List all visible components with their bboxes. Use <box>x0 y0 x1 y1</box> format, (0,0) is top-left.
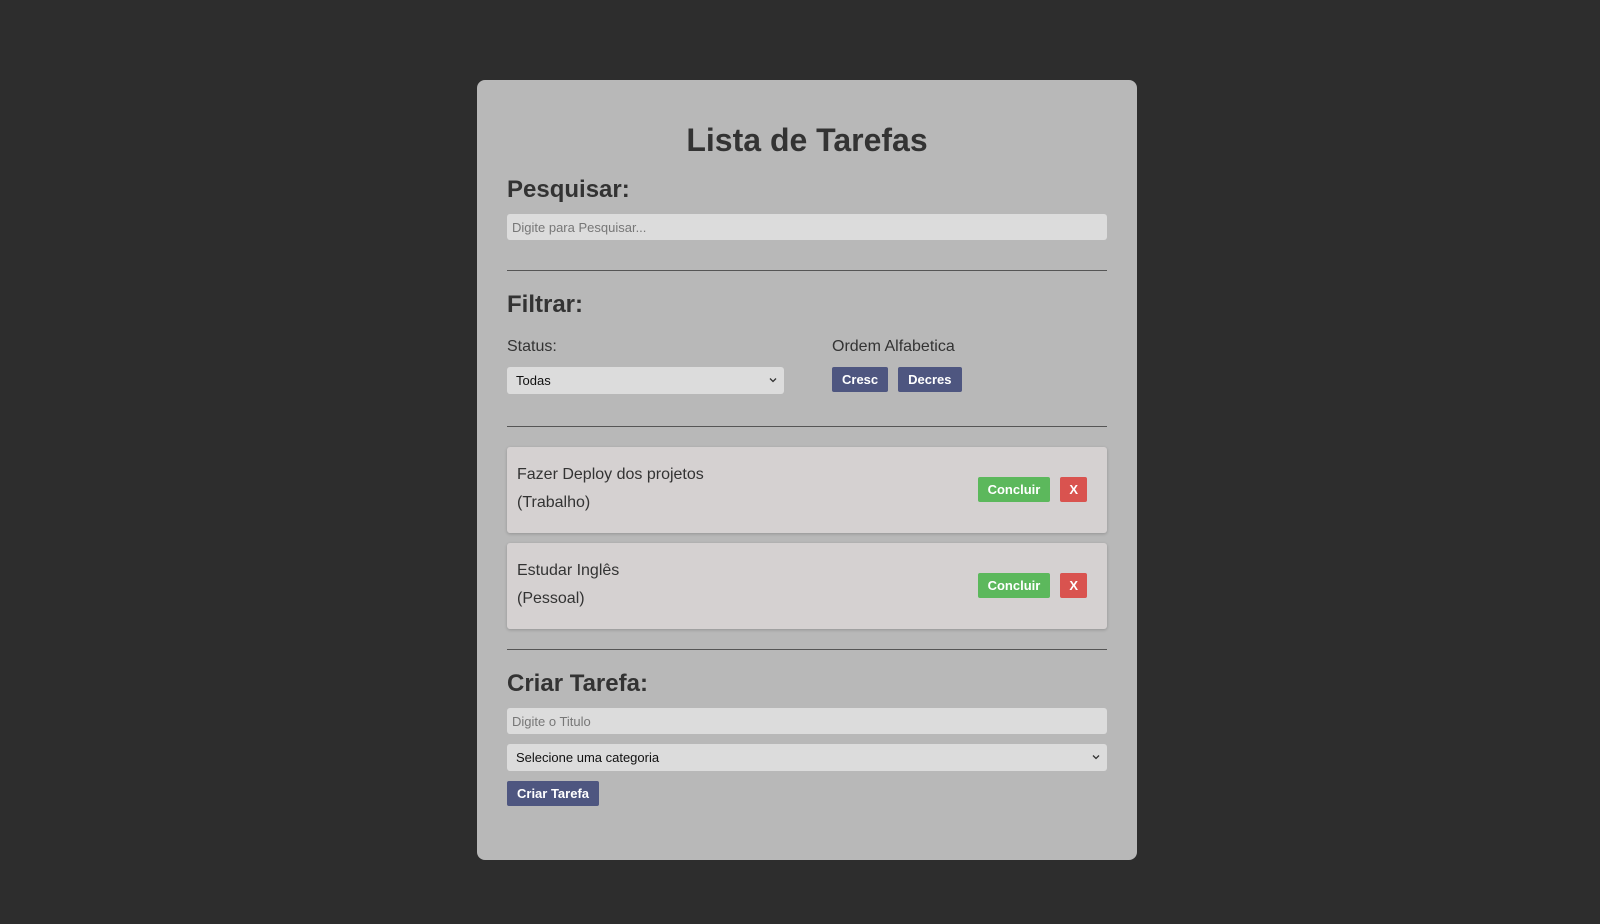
task-actions: Concluir X <box>977 477 1087 502</box>
create-task-heading: Criar Tarefa: <box>507 670 648 697</box>
sort-asc-button[interactable]: Cresc <box>832 367 889 392</box>
delete-task-button[interactable]: X <box>1060 573 1087 598</box>
page-title: Lista de Tarefas <box>686 122 928 158</box>
filter-heading: Filtrar: <box>507 291 584 318</box>
chevron-down-icon <box>1092 755 1100 760</box>
filter-section: Filtrar: Status: Todas Ordem Alfabetica … <box>507 291 1107 394</box>
category-select[interactable]: Selecione uma categoria <box>507 744 1107 771</box>
todo-app-panel: Lista de Tarefas Pesquisar: Filtrar: Sta… <box>477 80 1137 860</box>
divider <box>507 649 1107 650</box>
create-task-section: Criar Tarefa: Selecione uma categoria Cr… <box>507 670 1107 806</box>
search-heading: Pesquisar: <box>507 176 630 203</box>
task-item: Fazer Deploy dos projetos (Trabalho) Con… <box>507 447 1107 533</box>
order-filter-group: Ordem Alfabetica Cresc Decres <box>832 337 1107 394</box>
complete-task-button[interactable]: Concluir <box>977 477 1051 502</box>
filter-row: Status: Todas Ordem Alfabetica Cresc Dec… <box>507 337 1107 394</box>
status-filter-group: Status: Todas <box>507 337 832 394</box>
task-list: Fazer Deploy dos projetos (Trabalho) Con… <box>507 447 1107 629</box>
divider <box>507 426 1107 427</box>
task-actions: Concluir X <box>977 573 1087 598</box>
status-select[interactable]: Todas <box>507 367 784 394</box>
task-title-input[interactable] <box>507 708 1107 734</box>
status-label: Status: <box>507 338 557 355</box>
sort-desc-button[interactable]: Decres <box>898 367 962 392</box>
category-select-value: Selecione uma categoria <box>516 750 660 765</box>
order-buttons: Cresc Decres <box>832 367 1107 392</box>
search-section: Pesquisar: <box>507 176 1107 240</box>
search-input[interactable] <box>507 214 1107 240</box>
status-select-value: Todas <box>516 373 551 388</box>
order-label: Ordem Alfabetica <box>832 338 955 355</box>
create-button-wrap: Criar Tarefa <box>507 781 1107 806</box>
complete-task-button[interactable]: Concluir <box>977 573 1051 598</box>
create-task-button[interactable]: Criar Tarefa <box>507 781 600 806</box>
chevron-down-icon <box>769 378 777 383</box>
divider <box>507 270 1107 271</box>
task-item: Estudar Inglês (Pessoal) Concluir X <box>507 543 1107 629</box>
delete-task-button[interactable]: X <box>1060 477 1087 502</box>
